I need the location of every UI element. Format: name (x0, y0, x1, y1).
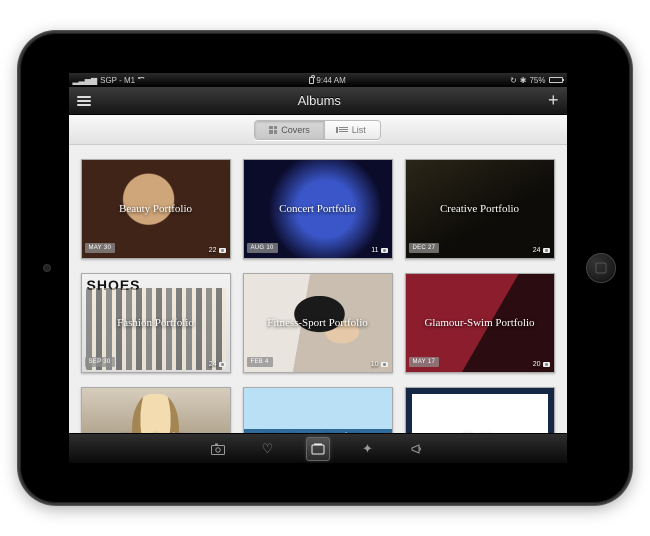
album-count-badge: 10 (371, 361, 388, 368)
camera-icon (543, 362, 550, 367)
heart-icon: ♡ (262, 441, 274, 457)
album-count-badge: 11 (371, 247, 387, 254)
signal-bars-icon: ▂▃▅▆ (73, 76, 98, 85)
megaphone-icon (411, 443, 424, 455)
album-tile[interactable]: Concert Portfolio AUG 10 11 (243, 159, 393, 259)
album-tile[interactable]: Models (405, 387, 555, 433)
battery-icon (549, 77, 563, 83)
camera-icon (219, 362, 226, 367)
list-icon (339, 127, 348, 132)
carrier-label: SGP - M1 (100, 76, 135, 85)
covers-icon (269, 126, 277, 134)
album-date-badge: MAY 17 (409, 357, 440, 367)
bluetooth-icon: ✱ (520, 76, 527, 85)
tab-bar: ♡ ✦ (69, 433, 567, 463)
add-album-button[interactable]: + (548, 90, 559, 111)
lock-icon (309, 77, 314, 84)
nav-bar: Albums + (69, 87, 567, 115)
albums-grid-container: Beauty Portfolio MAY 30 22 Concert Portf… (69, 145, 567, 433)
album-tile[interactable]: Beauty Portfolio MAY 30 22 (81, 159, 231, 259)
album-tile[interactable]: Fashion Portfolio SEP 30 24 (81, 273, 231, 373)
tab-favorites[interactable]: ♡ (256, 437, 280, 461)
album-date-badge: DEC 27 (409, 243, 440, 253)
album-date-badge: SEP 30 (85, 357, 115, 367)
camera-icon (381, 248, 388, 253)
status-bar: ▂▃▅▆ SGP - M1 9:44 AM ↻ ✱ 75% (69, 73, 567, 87)
albums-icon (311, 443, 325, 455)
album-tile[interactable]: Creative Portfolio DEC 27 24 (405, 159, 555, 259)
view-mode-row: Covers List (69, 115, 567, 145)
album-tile[interactable]: Landscapes Portfolio (243, 387, 393, 433)
clock-label: 9:44 AM (316, 76, 345, 85)
tab-explore[interactable]: ✦ (356, 437, 380, 461)
album-title: iPhone Portfolio (82, 388, 230, 433)
ipad-device-frame: ▂▃▅▆ SGP - M1 9:44 AM ↻ ✱ 75% Albums + (20, 33, 630, 503)
screen: ▂▃▅▆ SGP - M1 9:44 AM ↻ ✱ 75% Albums + (69, 73, 567, 463)
camera-icon (219, 248, 226, 253)
tab-share[interactable] (406, 437, 430, 461)
list-view-button[interactable]: List (324, 121, 380, 139)
album-tile[interactable]: Glamour-Swim Portfolio MAY 17 20 (405, 273, 555, 373)
orientation-lock-icon: ↻ (510, 76, 517, 85)
camera-icon (211, 443, 225, 455)
compass-icon: ✦ (362, 441, 373, 457)
album-title: Landscapes Portfolio (244, 388, 392, 433)
album-tile[interactable]: Fitness-Sport Portfolio FEB 4 10 (243, 273, 393, 373)
covers-label: Covers (281, 125, 310, 135)
tab-camera[interactable] (206, 437, 230, 461)
album-date-badge: MAY 30 (85, 243, 116, 253)
albums-grid: Beauty Portfolio MAY 30 22 Concert Portf… (81, 159, 555, 433)
wifi-icon (138, 77, 145, 84)
view-mode-segmented: Covers List (254, 120, 381, 140)
home-button[interactable] (586, 253, 616, 283)
album-count-badge: 22 (209, 247, 226, 254)
page-title: Albums (91, 93, 548, 108)
album-count-badge: 24 (209, 361, 226, 368)
list-label: List (352, 125, 366, 135)
covers-view-button[interactable]: Covers (255, 121, 324, 139)
album-count-badge: 20 (533, 361, 550, 368)
album-date-badge: AUG 10 (247, 243, 278, 253)
album-date-badge: FEB 4 (247, 357, 273, 367)
album-title: Models (406, 388, 554, 433)
camera-icon (381, 362, 388, 367)
tab-albums[interactable] (306, 437, 330, 461)
battery-pct-label: 75% (529, 76, 545, 85)
camera-icon (543, 248, 550, 253)
device-camera (44, 265, 50, 271)
menu-button[interactable] (77, 96, 91, 106)
album-count-badge: 24 (533, 247, 550, 254)
album-tile[interactable]: iPhone Portfolio (81, 387, 231, 433)
